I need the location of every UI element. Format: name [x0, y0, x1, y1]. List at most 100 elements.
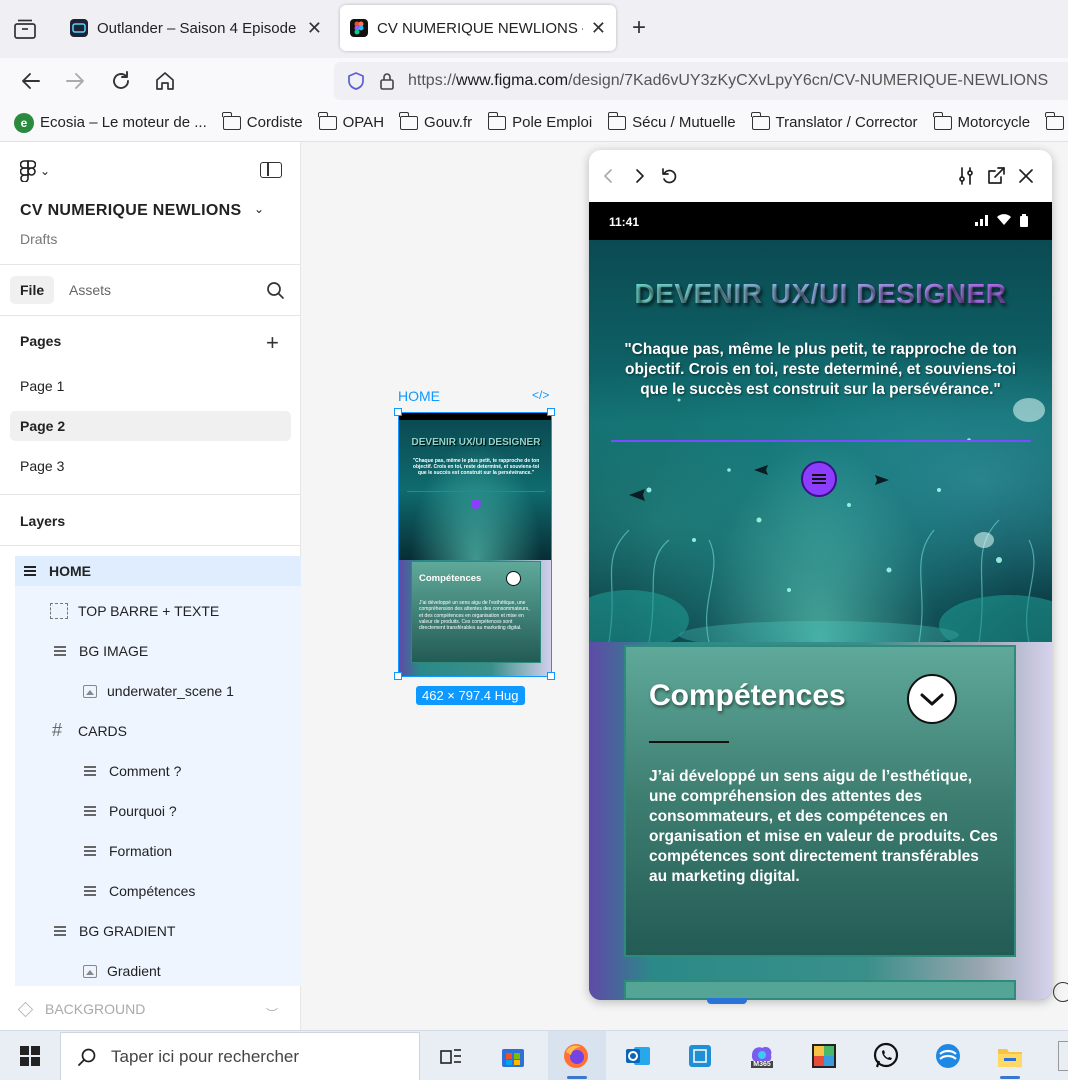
taskbar-search[interactable]: Taper ici pour rechercher [60, 1032, 420, 1080]
reload-icon [113, 71, 129, 89]
tab-figma[interactable]: CV NUMERIQUE NEWLIONS – Figma ✕ [340, 5, 616, 51]
preview-toolbar [589, 150, 1052, 202]
card-next[interactable] [624, 980, 1016, 1000]
tab-close-button[interactable]: ✕ [307, 18, 322, 39]
bookmark-translator[interactable]: Translator / Corrector [750, 111, 918, 131]
microsoft-store-icon[interactable] [499, 1042, 527, 1070]
layer-underwater-scene[interactable]: underwater_scene 1 [83, 676, 234, 706]
task-view-icon[interactable] [437, 1042, 465, 1070]
add-page-button[interactable]: + [266, 330, 279, 356]
card-toggle-button[interactable] [907, 674, 957, 724]
page-item-3[interactable]: Page 3 [10, 451, 291, 481]
hidden-eye-icon[interactable]: ︶ [266, 1005, 278, 1022]
layer-bg-image[interactable]: BG IMAGE [53, 636, 148, 666]
bookmark-secu[interactable]: Sécu / Mutuelle [607, 111, 736, 131]
back-button[interactable] [18, 68, 44, 94]
stack-icon [23, 564, 39, 578]
figma-favicon-icon [350, 19, 368, 37]
folder-icon [318, 111, 337, 130]
frame-thumbnail[interactable]: DEVENIR UX/UI DESIGNER "Chaque pas, même… [398, 412, 552, 677]
size-badge: 462 × 797.4 Hug [416, 686, 525, 705]
hero-section: DEVENIR UX/UI DESIGNER "Chaque pas, même… [589, 240, 1052, 642]
calculator-app-icon[interactable] [686, 1042, 714, 1070]
resize-handle[interactable] [547, 408, 555, 416]
windows-start-icon[interactable] [20, 1046, 40, 1066]
figma-logo-icon [20, 160, 36, 182]
resize-handle[interactable] [394, 672, 402, 680]
search-icon[interactable] [266, 281, 285, 305]
whatsapp-icon[interactable] [872, 1042, 900, 1070]
thumb-card-text: J’ai développé un sens aigu de l’esthéti… [419, 600, 530, 632]
bookmark-k[interactable]: K [1045, 111, 1068, 131]
menu-button[interactable] [801, 461, 837, 497]
taskbar-search-placeholder: Taper ici pour rechercher [111, 1046, 300, 1066]
layer-label: BACKGROUND [45, 1001, 146, 1017]
tab-close-button[interactable]: ✕ [591, 18, 606, 39]
ecosia-icon: e [14, 112, 34, 133]
tab-assets[interactable]: Assets [69, 282, 111, 298]
bookmark-gouv[interactable]: Gouv.fr [399, 111, 472, 131]
page-item-1[interactable]: Page 1 [10, 371, 291, 401]
tab-outlander[interactable]: Outlander – Saison 4 Episode 1 ✕ [60, 5, 332, 51]
layer-cards[interactable]: CARDS [50, 716, 127, 746]
bookmark-ecosia[interactable]: e Ecosia – Le moteur de ... [14, 112, 207, 133]
figma-canvas[interactable]: HOME </> DEVENIR UX/UI DESIGNER "Chaque … [301, 142, 1068, 1030]
card-text: J’ai développé un sens aigu de l’esthéti… [649, 768, 998, 885]
preview-back-button[interactable] [597, 164, 621, 188]
running-indicator [1000, 1076, 1020, 1079]
vpn-app-icon[interactable] [934, 1042, 962, 1070]
layer-top-barre[interactable]: TOP BARRE + TEXTE [50, 596, 219, 626]
layers-title: Layers [20, 513, 66, 529]
chevron-down-icon[interactable]: ⌄ [254, 202, 264, 216]
preview-open-new-button[interactable] [984, 164, 1008, 188]
show-desktop-button[interactable] [1058, 1041, 1068, 1071]
m365-icon[interactable]: M365 [748, 1042, 776, 1070]
pages-title: Pages [20, 333, 62, 349]
divider [0, 264, 301, 265]
preview-close-button[interactable] [1014, 164, 1038, 188]
layer-gradient[interactable]: Gradient [83, 956, 161, 986]
preview-forward-button[interactable] [627, 164, 651, 188]
bookmark-motorcycle[interactable]: Motorcycle [932, 111, 1030, 131]
project-name[interactable]: CV NUMERIQUE NEWLIONS [20, 202, 241, 220]
canvas-toolbar-stub[interactable] [707, 998, 747, 1004]
comment-icon[interactable] [1053, 982, 1068, 1002]
tab-list-button[interactable] [12, 16, 38, 42]
outlook-icon[interactable] [624, 1042, 652, 1070]
file-explorer-icon[interactable] [996, 1042, 1024, 1070]
folder-icon [1045, 111, 1065, 130]
bookmark-cordiste[interactable]: Cordiste [222, 111, 303, 131]
figma-main-menu[interactable]: ⌄ [20, 160, 50, 182]
bookmark-pole-emploi[interactable]: Pole Emploi [487, 111, 592, 131]
firefox-icon[interactable] [562, 1042, 590, 1070]
preview-restart-button[interactable] [657, 164, 681, 188]
toggle-sidebar-icon[interactable] [260, 162, 282, 178]
layer-home[interactable]: HOME [15, 556, 301, 586]
resize-handle[interactable] [394, 408, 402, 416]
grid-icon [50, 720, 68, 741]
layer-formation[interactable]: Formation [83, 836, 172, 866]
wifi-icon [997, 214, 1011, 225]
browser-tabbar: Outlander – Saison 4 Episode 1 ✕ CV NUME… [0, 0, 1068, 58]
thumb-quote: "Chaque pas, même le plus petit, te rapp… [412, 458, 540, 476]
restart-icon [662, 168, 677, 184]
layer-competences[interactable]: Compétences [83, 876, 195, 906]
page-item-2[interactable]: Page 2 [10, 411, 291, 441]
code-icon[interactable]: </> [532, 388, 549, 402]
preview-settings-button[interactable] [954, 164, 978, 188]
forward-button[interactable] [62, 68, 88, 94]
tab-file[interactable]: File [10, 276, 55, 304]
resize-handle[interactable] [547, 672, 555, 680]
frame-label[interactable]: HOME [398, 388, 440, 404]
bookmark-opah[interactable]: OPAH [318, 111, 384, 131]
layer-pourquoi[interactable]: Pourquoi ? [83, 796, 177, 826]
layer-background[interactable]: BACKGROUND [17, 1001, 146, 1017]
url-bar[interactable]: https://www.figma.com/design/7Kad6vUY3zK… [334, 62, 1068, 100]
reload-button[interactable] [108, 68, 134, 94]
photos-app-icon[interactable] [810, 1042, 838, 1070]
layer-comment[interactable]: Comment ? [83, 756, 181, 786]
layer-bg-gradient[interactable]: BG GRADIENT [53, 916, 175, 946]
new-tab-button[interactable]: + [632, 14, 646, 42]
card-competences[interactable]: Compétences J’ai développé un sens aigu … [624, 645, 1016, 957]
home-button[interactable] [152, 68, 178, 94]
